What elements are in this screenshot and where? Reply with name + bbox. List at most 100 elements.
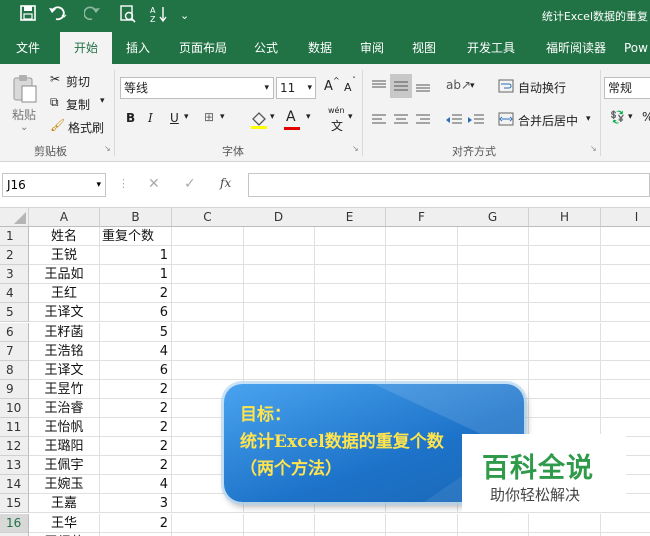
name-box-dropdown-icon[interactable]: ▾ bbox=[96, 174, 101, 196]
row-header[interactable]: 12 bbox=[0, 437, 29, 457]
empty-cell[interactable] bbox=[601, 533, 650, 536]
copy-button[interactable]: 复制 bbox=[66, 96, 90, 113]
name-cell[interactable]: 王昱竹 bbox=[29, 379, 100, 399]
cut-button[interactable]: 剪切 bbox=[66, 73, 90, 90]
count-cell[interactable]: 2 bbox=[100, 456, 172, 476]
empty-cell[interactable] bbox=[386, 360, 458, 380]
empty-cell[interactable] bbox=[314, 322, 386, 342]
count-cell[interactable]: 3 bbox=[100, 494, 172, 514]
column-header-a[interactable]: A bbox=[29, 208, 100, 227]
phonetic-button[interactable]: 文 bbox=[331, 117, 343, 134]
select-all-corner[interactable] bbox=[0, 208, 29, 227]
alignment-launcher-icon[interactable]: ↘ bbox=[590, 144, 597, 153]
name-cell[interactable]: 王锐 bbox=[29, 246, 100, 266]
wrap-text-button[interactable]: 自动换行 bbox=[518, 79, 566, 96]
tab-data[interactable]: 数据 bbox=[298, 32, 342, 64]
empty-cell[interactable] bbox=[243, 284, 315, 304]
save-icon[interactable] bbox=[20, 5, 36, 27]
increase-indent-icon[interactable] bbox=[468, 114, 484, 129]
empty-cell[interactable] bbox=[314, 246, 386, 266]
copy-dropdown-icon[interactable]: ▾ bbox=[100, 96, 105, 106]
empty-cell[interactable] bbox=[529, 398, 601, 418]
empty-cell[interactable] bbox=[314, 341, 386, 361]
fill-color-icon[interactable] bbox=[250, 110, 268, 133]
empty-cell[interactable] bbox=[314, 284, 386, 304]
bold-button[interactable]: B bbox=[126, 111, 135, 125]
insert-function-button[interactable]: fx bbox=[220, 176, 231, 190]
empty-cell[interactable] bbox=[601, 246, 650, 266]
undo-icon[interactable] bbox=[48, 5, 68, 27]
count-cell[interactable]: 2 bbox=[100, 284, 172, 304]
empty-cell[interactable] bbox=[243, 322, 315, 342]
empty-cell[interactable] bbox=[529, 322, 601, 342]
empty-cell[interactable] bbox=[529, 360, 601, 380]
empty-cell[interactable] bbox=[172, 513, 244, 533]
borders-icon[interactable]: ⊞ bbox=[204, 110, 214, 124]
column-header-e[interactable]: E bbox=[314, 208, 386, 227]
empty-cell[interactable] bbox=[529, 227, 601, 247]
empty-cell[interactable] bbox=[457, 246, 529, 266]
count-cell[interactable]: 5 bbox=[100, 322, 172, 342]
empty-cell[interactable] bbox=[457, 532, 529, 536]
name-cell[interactable]: 王怡帆 bbox=[29, 418, 100, 438]
count-cell[interactable]: 4 bbox=[100, 341, 172, 361]
empty-cell[interactable] bbox=[172, 284, 244, 304]
row-header[interactable]: 1 bbox=[0, 227, 29, 247]
count-cell[interactable]: 2 bbox=[100, 398, 172, 418]
align-middle-button[interactable] bbox=[390, 74, 412, 98]
merge-center-dropdown-icon[interactable]: ▾ bbox=[586, 114, 591, 124]
empty-cell[interactable] bbox=[172, 246, 244, 266]
tab-page-layout[interactable]: 页面布局 bbox=[170, 32, 236, 64]
empty-cell[interactable] bbox=[529, 265, 601, 285]
empty-cell[interactable] bbox=[386, 303, 458, 323]
row-header[interactable]: 17 bbox=[0, 532, 29, 536]
empty-cell[interactable] bbox=[386, 513, 458, 533]
empty-cell[interactable] bbox=[601, 399, 650, 418]
grow-font-button[interactable]: A bbox=[324, 79, 333, 94]
count-cell[interactable]: 6 bbox=[100, 360, 172, 380]
column-header-i[interactable]: I bbox=[601, 208, 650, 227]
row-header[interactable]: 7 bbox=[0, 341, 29, 361]
empty-cell[interactable] bbox=[529, 379, 601, 399]
underline-button[interactable]: U bbox=[170, 111, 179, 125]
name-cell[interactable]: 王品如 bbox=[29, 265, 100, 285]
empty-cell[interactable] bbox=[457, 341, 529, 361]
empty-cell[interactable] bbox=[386, 532, 458, 536]
empty-cell[interactable] bbox=[386, 322, 458, 342]
name-cell[interactable]: 王嘉 bbox=[29, 494, 100, 514]
empty-cell[interactable] bbox=[529, 284, 601, 304]
empty-cell[interactable] bbox=[457, 360, 529, 380]
empty-cell[interactable] bbox=[243, 360, 315, 380]
empty-cell[interactable] bbox=[314, 532, 386, 536]
sort-icon[interactable]: AZ bbox=[150, 5, 168, 27]
print-preview-icon[interactable] bbox=[120, 5, 136, 27]
orientation-icon[interactable]: ab↗ bbox=[446, 78, 471, 92]
align-right-icon[interactable] bbox=[416, 114, 430, 129]
empty-cell[interactable] bbox=[601, 323, 650, 342]
count-cell[interactable]: 4 bbox=[100, 475, 172, 495]
tab-review[interactable]: 审阅 bbox=[350, 32, 394, 64]
name-box[interactable]: J16 ▾ bbox=[2, 173, 106, 197]
name-cell[interactable]: 王绍芸 bbox=[29, 532, 100, 536]
empty-cell[interactable] bbox=[172, 265, 244, 285]
tab-file[interactable]: 文件 bbox=[6, 32, 50, 64]
name-cell[interactable]: 姓名 bbox=[29, 227, 100, 247]
row-header[interactable]: 6 bbox=[0, 322, 29, 342]
empty-cell[interactable] bbox=[243, 513, 315, 533]
tab-formulas[interactable]: 公式 bbox=[244, 32, 288, 64]
format-painter-button[interactable]: 格式刷 bbox=[68, 119, 104, 136]
customize-qat-icon[interactable]: ⌄ bbox=[180, 5, 189, 27]
empty-cell[interactable] bbox=[457, 227, 529, 247]
clipboard-launcher-icon[interactable]: ↘ bbox=[104, 144, 111, 153]
column-header-h[interactable]: H bbox=[529, 208, 601, 227]
enter-entry-button[interactable]: ✓ bbox=[184, 176, 196, 192]
row-header[interactable]: 9 bbox=[0, 379, 29, 399]
font-color-dropdown-icon[interactable]: ▾ bbox=[306, 112, 311, 122]
align-left-icon[interactable] bbox=[372, 114, 386, 129]
accounting-dropdown-icon[interactable]: ▾ bbox=[628, 112, 633, 122]
empty-cell[interactable] bbox=[172, 227, 244, 247]
name-cell[interactable]: 王佩宇 bbox=[29, 456, 100, 476]
empty-cell[interactable] bbox=[601, 380, 650, 399]
empty-cell[interactable] bbox=[529, 513, 601, 533]
name-cell[interactable]: 王华 bbox=[29, 513, 100, 533]
